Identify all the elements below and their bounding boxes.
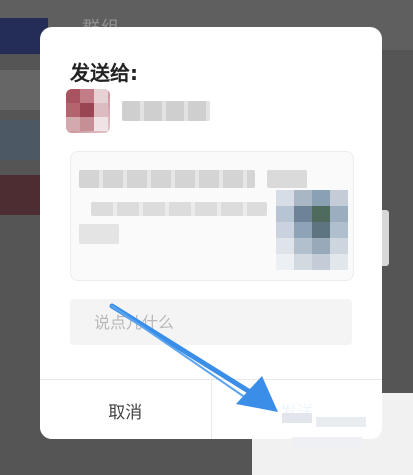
card-thumbnail	[276, 190, 348, 270]
user-avatar-icon	[66, 89, 110, 133]
card-title-blurred	[79, 170, 255, 188]
message-input[interactable]	[70, 299, 352, 345]
card-title-blurred	[267, 170, 307, 188]
watermark-blur	[252, 393, 413, 475]
dialog-title: 发送给:	[70, 61, 138, 85]
card-desc-blurred	[91, 202, 267, 216]
recipient-name-blurred	[122, 101, 210, 121]
shared-content-card	[70, 151, 354, 281]
share-dialog: 发送给: 说点儿什么 取消	[40, 27, 382, 439]
card-desc-blurred	[79, 224, 119, 244]
cancel-button[interactable]: 取消	[40, 380, 212, 439]
recipient	[66, 89, 326, 133]
